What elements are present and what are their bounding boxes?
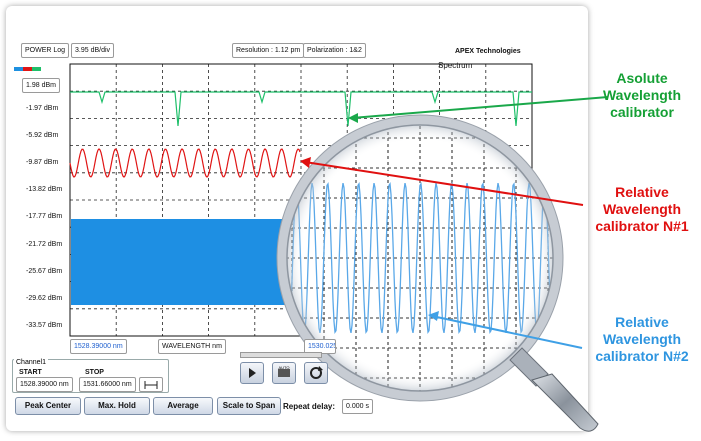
max-hold-button[interactable]: Max. Hold [84, 397, 150, 415]
auto-icon: AUTO [278, 365, 290, 377]
repeat-delay-label: Repeat delay: [283, 402, 336, 411]
span-button[interactable] [139, 377, 163, 392]
relative-calibrator-2-annotation: Relative Wavelength calibrator N#2 [595, 314, 689, 364]
stop-field[interactable]: 1531.66000 nm [79, 377, 136, 392]
x-axis-label: WAVELENGTH nm [158, 339, 226, 354]
svg-text:AUTO: AUTO [278, 365, 289, 370]
run-button[interactable] [240, 362, 264, 384]
refresh-icon [310, 366, 323, 379]
repeat-delay-field[interactable]: 0.000 s [342, 399, 373, 414]
scroll-bar[interactable] [240, 352, 322, 358]
magnifier-handle [509, 347, 599, 432]
start-field[interactable]: 1528.39000 nm [16, 377, 73, 392]
stop-label: STOP [85, 369, 104, 376]
auto-button[interactable]: AUTO [272, 362, 296, 384]
peak-center-button[interactable]: Peak Center [15, 397, 81, 415]
play-icon [249, 368, 256, 378]
relative-calibrator-2-band [71, 219, 300, 305]
span-icon [144, 381, 158, 389]
x-start-field[interactable]: 1528.39000 nm [70, 339, 127, 354]
channel-tab[interactable]: Channel1 [14, 359, 48, 366]
start-label: START [19, 369, 42, 376]
repeat-button[interactable] [304, 362, 328, 384]
relative1-arrowhead [300, 157, 311, 168]
scale-to-span-button[interactable]: Scale to Span [217, 397, 281, 415]
average-button[interactable]: Average [153, 397, 213, 415]
relative-calibrator-1-annotation: Relative Wavelength calibrator N#1 [595, 184, 689, 234]
absolute-arrow [351, 96, 609, 119]
absolute-calibrator-annotation: Asolute Wavelength calibrator [602, 70, 682, 120]
